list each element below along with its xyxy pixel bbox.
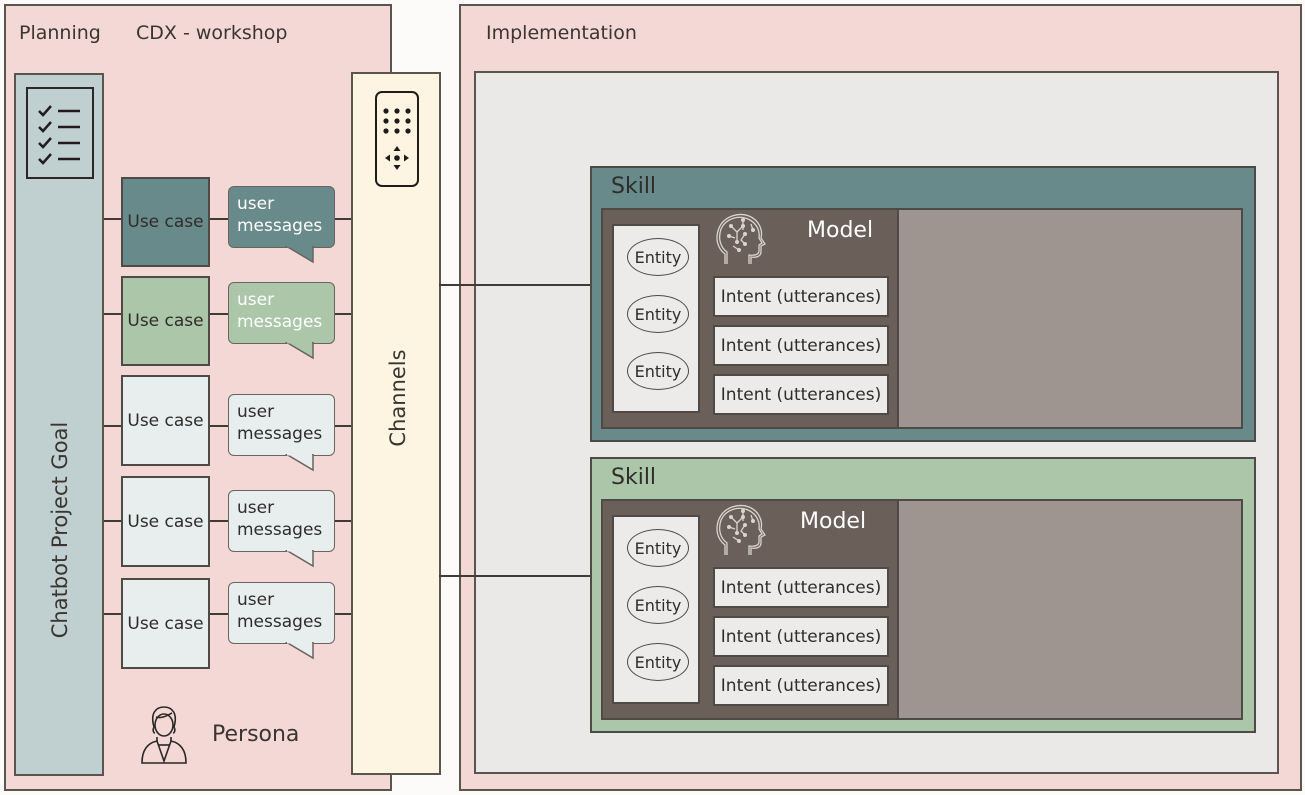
connector-goal-usecase bbox=[104, 218, 122, 220]
intent-box[interactable]: Intent (utterances) bbox=[713, 276, 889, 317]
connector-goal-usecase bbox=[104, 520, 122, 522]
skill-box[interactable]: Skill Entity Entity Entity Model Intent (u… bbox=[590, 166, 1256, 442]
model-label: Model bbox=[800, 509, 867, 534]
entity-oval[interactable]: Entity bbox=[627, 643, 689, 681]
user-messages-bubble[interactable]: user messages bbox=[228, 186, 335, 248]
user-messages-bubble[interactable]: user messages bbox=[228, 394, 335, 456]
speech-bubble-tail bbox=[283, 640, 315, 660]
use-case-box[interactable]: Use case bbox=[121, 375, 210, 466]
user-messages-text: user messages bbox=[237, 590, 323, 632]
skill-label: Skill bbox=[611, 174, 657, 199]
connector-message-channels bbox=[335, 218, 352, 220]
connector-usecase-message bbox=[210, 313, 229, 315]
use-case-box[interactable]: Use case bbox=[121, 476, 210, 567]
goal-label: Chatbot Project Goal bbox=[48, 421, 72, 639]
connector-goal-usecase bbox=[104, 425, 122, 427]
speech-bubble-tail bbox=[283, 244, 315, 264]
use-case-box[interactable]: Use case bbox=[121, 276, 210, 366]
implementation-title: Implementation bbox=[486, 22, 637, 44]
use-case-box[interactable]: Use case bbox=[121, 177, 210, 267]
entity-oval[interactable]: Entity bbox=[627, 295, 689, 333]
entity-oval[interactable]: Entity bbox=[627, 352, 689, 390]
connector-goal-usecase bbox=[104, 613, 122, 615]
entity-column: Entity Entity Entity bbox=[612, 224, 700, 413]
intent-box[interactable]: Intent (utterances) bbox=[713, 616, 889, 657]
connector-goal-usecase bbox=[104, 313, 122, 315]
persona-label: Persona bbox=[212, 722, 300, 747]
use-case-label: Use case bbox=[127, 410, 204, 431]
chatbot-project-goal: Chatbot Project Goal bbox=[14, 73, 104, 776]
channels-column: Channels bbox=[351, 72, 441, 775]
use-case-label: Use case bbox=[127, 511, 204, 532]
connector-channels-skill bbox=[439, 284, 601, 286]
channels-label: Channels bbox=[386, 349, 410, 447]
model-box[interactable]: Entity Entity Entity Model Intent (utteran… bbox=[601, 208, 1243, 429]
persona-icon bbox=[140, 705, 188, 767]
checklist-icon bbox=[26, 87, 94, 179]
use-case-box[interactable]: Use case bbox=[121, 578, 210, 669]
intent-box[interactable]: Intent (utterances) bbox=[713, 665, 889, 706]
entity-column: Entity Entity Entity bbox=[612, 515, 700, 704]
use-case-label: Use case bbox=[127, 212, 204, 232]
connector-message-channels bbox=[335, 520, 352, 522]
skill-box[interactable]: Skill Entity Entity Entity Model Intent (u… bbox=[590, 457, 1256, 733]
entity-oval[interactable]: Entity bbox=[627, 238, 689, 276]
connector-usecase-message bbox=[210, 520, 229, 522]
connector-message-channels bbox=[335, 613, 352, 615]
intent-box[interactable]: Intent (utterances) bbox=[713, 325, 889, 366]
brain-circuit-icon bbox=[715, 503, 767, 563]
model-label: Model bbox=[807, 218, 874, 243]
skill-label: Skill bbox=[611, 465, 657, 490]
user-messages-text: user messages bbox=[237, 194, 323, 236]
model-box[interactable]: Entity Entity Entity Model Intent (utteran… bbox=[601, 499, 1243, 720]
connector-usecase-message bbox=[210, 613, 229, 615]
connector-channels-skill bbox=[439, 575, 601, 577]
speech-bubble-tail bbox=[283, 452, 315, 472]
connector-message-channels bbox=[335, 313, 352, 315]
user-messages-text: user messages bbox=[237, 402, 323, 444]
intent-box[interactable]: Intent (utterances) bbox=[713, 374, 889, 415]
connector-usecase-message bbox=[210, 425, 229, 427]
remote-control-icon bbox=[375, 91, 419, 187]
speech-bubble-tail bbox=[283, 548, 315, 568]
entity-oval[interactable]: Entity bbox=[627, 586, 689, 624]
user-messages-bubble[interactable]: user messages bbox=[228, 282, 335, 344]
entity-oval[interactable]: Entity bbox=[627, 529, 689, 567]
cdx-workshop-title: CDX - workshop bbox=[136, 22, 288, 44]
connector-usecase-message bbox=[210, 218, 229, 220]
speech-bubble-tail bbox=[283, 340, 315, 360]
use-case-label: Use case bbox=[127, 613, 204, 634]
user-messages-bubble[interactable]: user messages bbox=[228, 490, 335, 552]
planning-title: Planning bbox=[19, 22, 101, 44]
use-case-label: Use case bbox=[127, 311, 204, 331]
user-messages-bubble[interactable]: user messages bbox=[228, 582, 335, 644]
connector-message-channels bbox=[335, 425, 352, 427]
user-messages-text: user messages bbox=[237, 290, 323, 332]
skill-content-area bbox=[897, 499, 1243, 720]
skill-content-area bbox=[897, 208, 1243, 429]
intent-box[interactable]: Intent (utterances) bbox=[713, 567, 889, 608]
user-messages-text: user messages bbox=[237, 498, 323, 540]
brain-circuit-icon bbox=[715, 212, 767, 272]
